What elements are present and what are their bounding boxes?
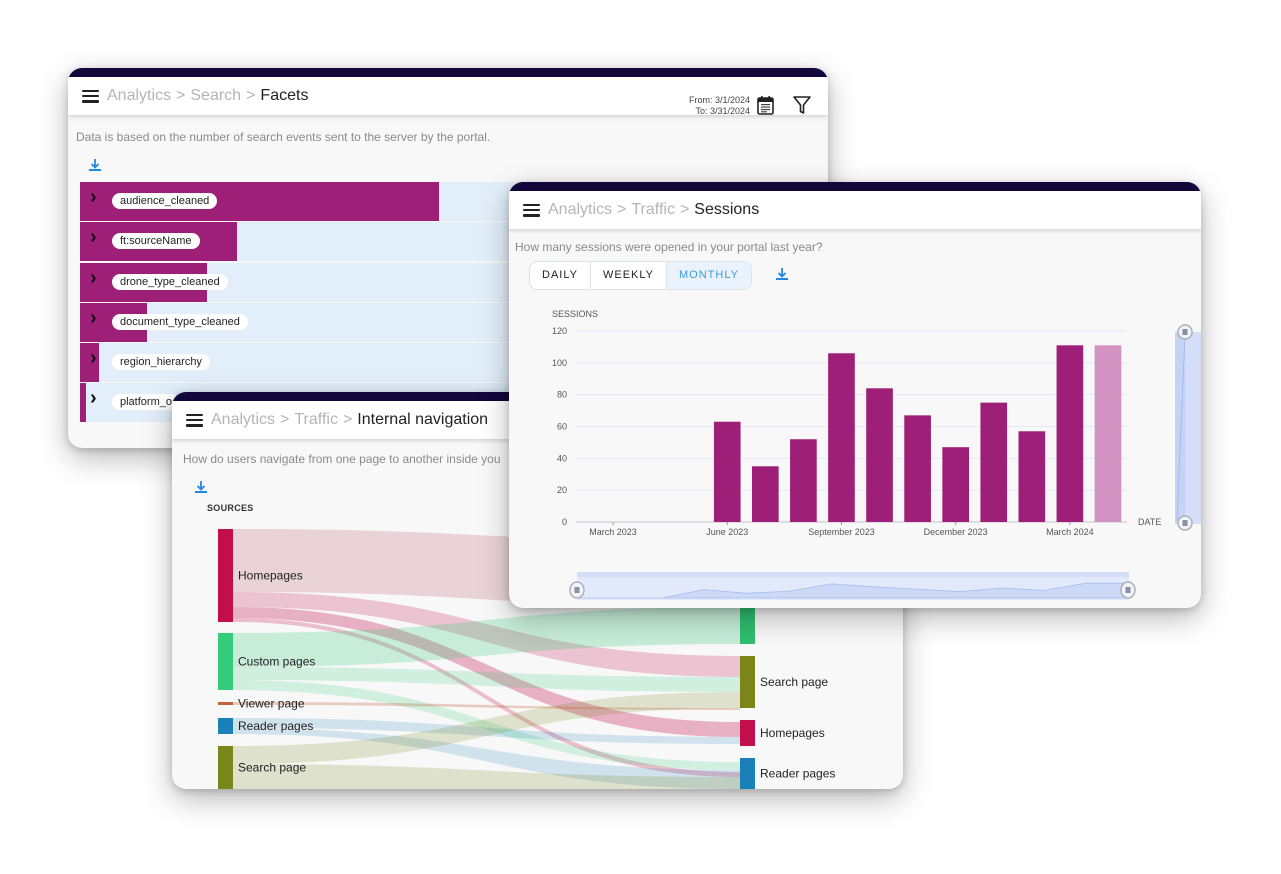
zoom-handle-right[interactable]	[1120, 581, 1136, 599]
y-tick-label: 100	[552, 358, 567, 368]
y-tick-label: 60	[557, 422, 567, 432]
filter-icon[interactable]	[792, 95, 812, 115]
bar-february-2024[interactable]	[1018, 431, 1046, 522]
target-label: Homepages	[760, 726, 825, 740]
breadcrumb-traffic[interactable]: Traffic	[631, 201, 675, 219]
x-tick-label: June 2023	[706, 527, 748, 537]
panel-top-bar	[68, 68, 828, 77]
x-tick-label: March 2024	[1046, 527, 1094, 537]
zoom-handle-top[interactable]	[1177, 324, 1193, 340]
source-label: Search page	[238, 761, 306, 775]
y-tick-label: 120	[552, 326, 567, 336]
bar-october-2023[interactable]	[866, 388, 893, 522]
target-label: Search page	[760, 675, 828, 689]
bar-november-2023[interactable]	[904, 415, 931, 522]
download-icon[interactable]	[88, 158, 102, 172]
chevron-right-icon[interactable]: ›	[90, 347, 97, 370]
source-label: Homepages	[238, 569, 303, 583]
zoom-handle-bottom[interactable]	[1177, 515, 1193, 531]
breadcrumb-analytics[interactable]: Analytics	[211, 411, 275, 429]
breadcrumb-separator: >	[679, 201, 690, 218]
facet-name: platform_o	[112, 394, 180, 411]
source-node-custom-pages[interactable]	[218, 633, 233, 690]
bar-july-2023[interactable]	[751, 466, 779, 522]
bar-january-2024[interactable]	[980, 402, 1008, 522]
facets-header: Analytics > Search > Facets From: 3/1/20…	[68, 77, 828, 117]
x-tick-label: September 2023	[808, 527, 875, 537]
weekly-button[interactable]: WEEKLY	[591, 262, 668, 289]
menu-icon[interactable]	[186, 413, 203, 427]
zoom-drag-bar[interactable]	[577, 572, 1129, 577]
facet-name: ft:sourceName	[112, 233, 200, 250]
y-tick-label: 80	[557, 390, 567, 400]
page-title: Internal navigation	[357, 411, 489, 428]
horizontal-zoom-slider[interactable]	[569, 572, 1136, 600]
breadcrumb-traffic[interactable]: Traffic	[294, 411, 338, 429]
source-node-viewer-page[interactable]	[218, 702, 233, 705]
target-node[interactable]	[740, 758, 755, 789]
vertical-zoom-slider[interactable]	[1175, 324, 1201, 531]
calendar-icon[interactable]	[757, 95, 774, 115]
facet-name: drone_type_cleaned	[112, 273, 228, 290]
x-axis-title: DATE	[1138, 517, 1161, 527]
chevron-right-icon[interactable]: ›	[90, 267, 97, 290]
facet-name: region_hierarchy	[112, 354, 210, 371]
x-tick-label: December 2023	[924, 527, 988, 537]
date-to: To: 3/31/2024	[695, 106, 750, 116]
menu-icon[interactable]	[523, 203, 540, 217]
date-range[interactable]: From: 3/1/2024 To: 3/31/2024	[689, 95, 750, 117]
x-tick-label: March 2023	[589, 527, 637, 537]
source-node-search-page[interactable]	[218, 746, 233, 789]
bar-march-2024[interactable]	[1056, 345, 1084, 522]
zoom-handle-left[interactable]	[569, 581, 585, 599]
source-label: Custom pages	[238, 655, 315, 669]
bar-august-2023[interactable]	[790, 439, 817, 522]
sessions-panel: Analytics > Traffic > Sessions How many …	[509, 182, 1201, 608]
menu-icon[interactable]	[82, 89, 99, 103]
chevron-right-icon[interactable]: ›	[90, 387, 97, 410]
breadcrumb-separator: >	[280, 411, 290, 428]
breadcrumb-separator: >	[246, 87, 256, 104]
chevron-right-icon[interactable]: ›	[90, 226, 97, 249]
monthly-button[interactable]: MONTHLY	[667, 262, 751, 289]
breadcrumb-separator: >	[617, 201, 627, 218]
source-label: Viewer page	[238, 697, 305, 711]
facet-name: document_type_cleaned	[112, 313, 248, 330]
sessions-description: How many sessions were opened in your po…	[515, 240, 823, 254]
facet-share-bar	[80, 383, 86, 423]
y-tick-label: 0	[562, 517, 567, 527]
page-title: Facets	[260, 87, 309, 104]
bar-december-2023[interactable]	[942, 447, 970, 522]
facets-description: Data is based on the number of search ev…	[76, 130, 491, 144]
breadcrumb-separator: >	[342, 411, 353, 428]
bar-june-2023[interactable]	[713, 421, 741, 522]
download-icon[interactable]	[775, 267, 789, 281]
y-tick-label: 20	[557, 485, 567, 495]
y-axis-title: SESSIONS	[552, 309, 598, 319]
y-tick-label: 40	[557, 453, 567, 463]
target-label: Reader pages	[760, 767, 835, 781]
target-node[interactable]	[740, 656, 755, 708]
panel-top-bar	[509, 182, 1201, 191]
page-title: Sessions	[694, 201, 760, 218]
facet-name: audience_cleaned	[112, 193, 218, 209]
sessions-header: Analytics > Traffic > Sessions	[509, 191, 1201, 229]
source-node-homepages[interactable]	[218, 529, 233, 622]
chevron-right-icon[interactable]: ›	[90, 307, 97, 330]
date-from: From: 3/1/2024	[688, 95, 750, 105]
target-node[interactable]	[740, 720, 755, 746]
daily-button[interactable]: DAILY	[530, 262, 591, 289]
bar-september-2023[interactable]	[828, 353, 855, 522]
breadcrumb-search[interactable]: Search	[190, 87, 241, 105]
sessions-bar-chart: SESSIONS 0 20 40 60 80 100 120 March 2023 June 20…	[552, 309, 1201, 600]
source-label: Reader pages	[238, 719, 313, 733]
breadcrumb-analytics[interactable]: Analytics	[548, 201, 612, 219]
granularity-toggle: DAILY WEEKLY MONTHLY	[529, 261, 752, 290]
source-node-reader-pages[interactable]	[218, 718, 233, 734]
chevron-right-icon[interactable]: ›	[90, 186, 97, 209]
breadcrumb-analytics[interactable]: Analytics	[107, 87, 171, 105]
breadcrumb-separator: >	[176, 87, 186, 104]
bar-april-2024[interactable]	[1094, 345, 1122, 522]
